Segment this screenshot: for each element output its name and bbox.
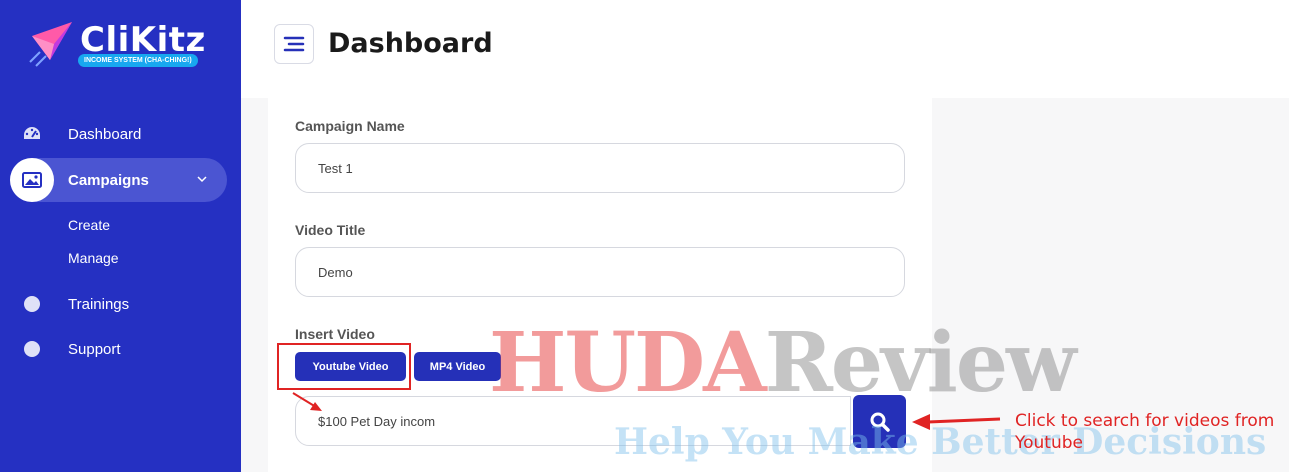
arrow-to-search-button [912, 414, 1001, 430]
annotation-arrows [292, 392, 1001, 430]
annotation-text: Click to search for videos from Youtube [1015, 411, 1275, 453]
arrow-to-search-input [292, 392, 322, 411]
